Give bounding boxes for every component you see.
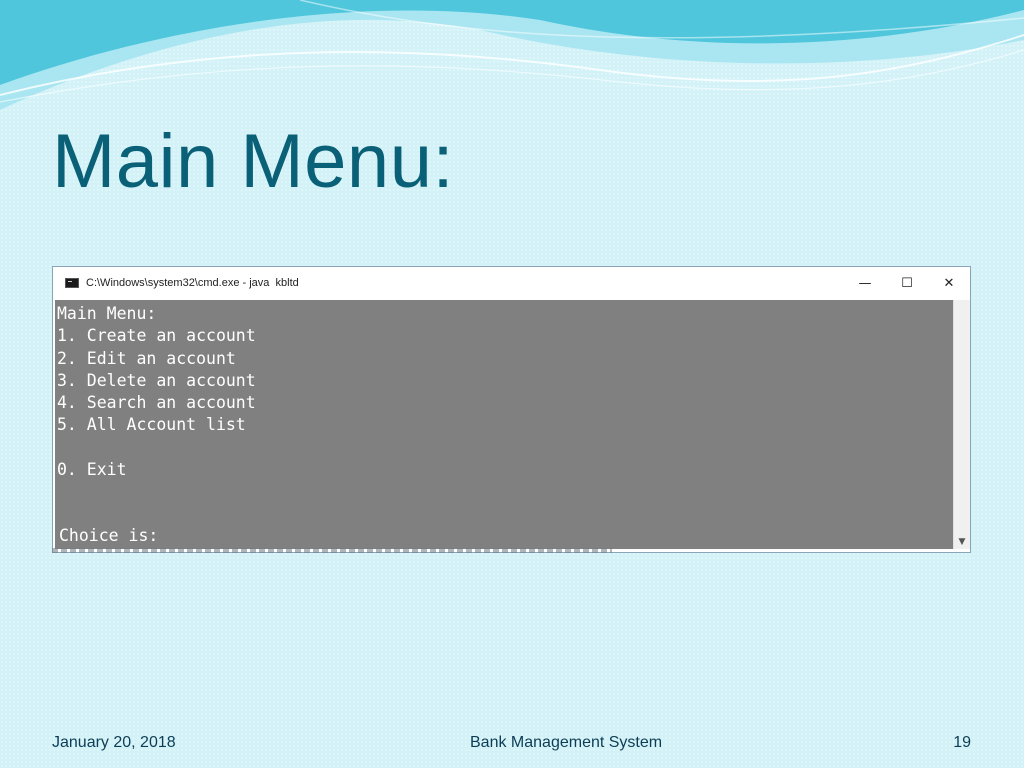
menu-option-edit: 2. Edit an account <box>57 348 236 368</box>
menu-option-search: 4. Search an account <box>57 393 256 413</box>
menu-option-delete: 3. Delete an account <box>57 370 256 390</box>
menu-option-create: 1. Create an account <box>57 326 256 346</box>
minimize-button[interactable]: — <box>844 267 886 299</box>
footer-date: January 20, 2018 <box>52 734 176 751</box>
console-output[interactable]: Main Menu: 1. Create an account 2. Edit … <box>55 300 953 549</box>
maximize-button[interactable]: ☐ <box>886 267 928 299</box>
console-line: Main Menu: <box>57 304 157 323</box>
header-wave-decoration <box>0 0 1024 110</box>
window-controls: — ☐ ✕ <box>844 267 970 299</box>
footer-title: Bank Management System <box>470 734 663 751</box>
console-titlebar[interactable]: C:\Windows\system32\cmd.exe - java kbltd… <box>53 267 970 299</box>
slide-title: Main Menu: <box>52 119 455 204</box>
console-window[interactable]: C:\Windows\system32\cmd.exe - java kbltd… <box>52 266 971 553</box>
choice-prompt[interactable]: Choice is: <box>57 525 158 547</box>
page-number: 19 <box>953 734 971 751</box>
vertical-scrollbar[interactable]: ▼ <box>953 300 970 549</box>
close-button[interactable]: ✕ <box>928 267 970 299</box>
cropped-text-remnant <box>52 546 612 554</box>
console-app-icon <box>65 278 79 288</box>
chevron-down-icon[interactable]: ▼ <box>954 537 970 547</box>
menu-option-list: 5. All Account list <box>57 415 246 435</box>
console-window-title: C:\Windows\system32\cmd.exe - java kbltd <box>86 277 299 289</box>
menu-option-exit: 0. Exit <box>57 460 127 480</box>
